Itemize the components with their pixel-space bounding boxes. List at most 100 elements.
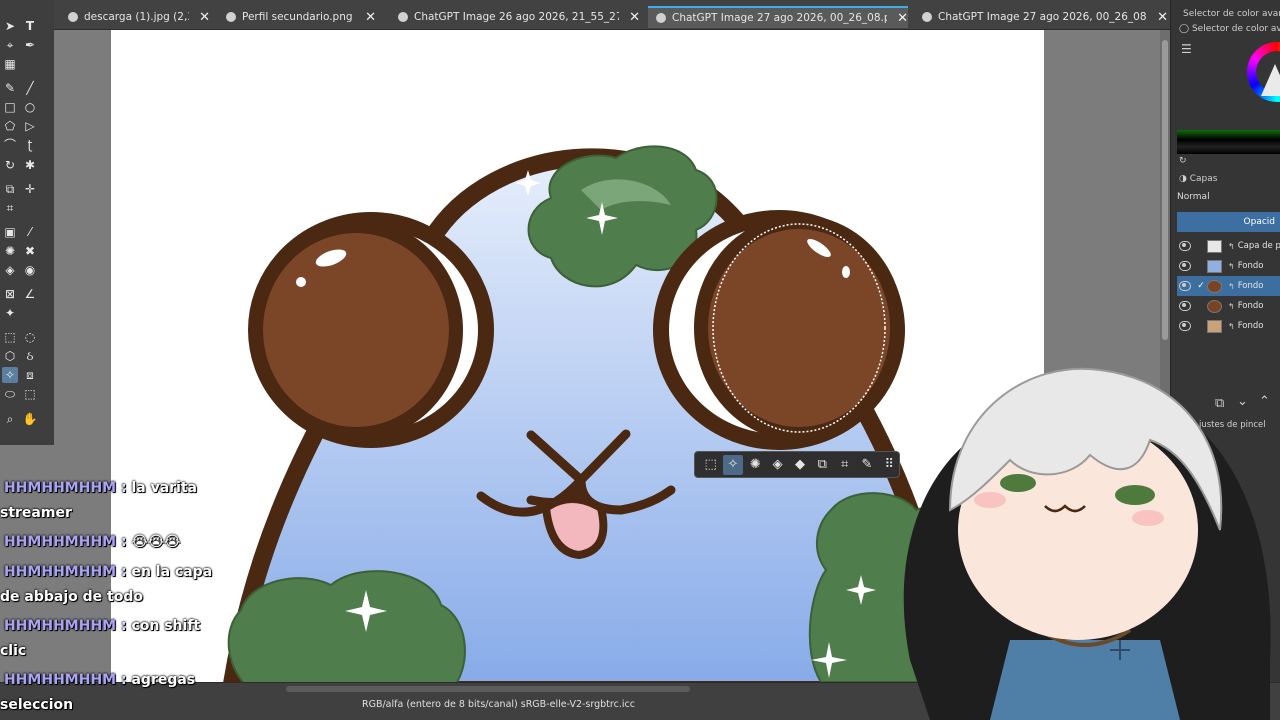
- move-icon[interactable]: ✛: [22, 181, 38, 197]
- eye-icon[interactable]: [1179, 301, 1191, 311]
- transform-icon[interactable]: ⧉: [2, 181, 18, 197]
- scroll-thumb[interactable]: [1162, 40, 1168, 340]
- colorize-mask-icon[interactable]: ✺: [2, 243, 18, 259]
- tab-chatgpt-image-3[interactable]: ChatGPT Image 27 ago 2026, 00_26_08.png …: [914, 6, 1168, 28]
- bezier-select-icon[interactable]: ⬭: [2, 386, 18, 402]
- link-icon: ↰: [1228, 241, 1235, 251]
- settings-icon[interactable]: ☰: [1181, 42, 1192, 56]
- left-eye: [248, 212, 494, 448]
- layer-row[interactable]: ↰ Capa de p: [1177, 236, 1280, 256]
- opacity-slider[interactable]: Opacid: [1177, 212, 1280, 232]
- gradient-icon[interactable]: ▣: [2, 224, 18, 240]
- image-icon: [656, 13, 666, 23]
- crop-icon[interactable]: ⌗: [835, 455, 854, 475]
- link-icon: ↰: [1228, 321, 1235, 331]
- eye-icon[interactable]: [1179, 281, 1191, 291]
- close-icon[interactable]: ✕: [629, 11, 640, 24]
- link-icon: ↰: [1228, 281, 1235, 291]
- layer-thumbnail: [1207, 259, 1222, 273]
- close-icon[interactable]: ✕: [1157, 11, 1168, 24]
- zoom-icon[interactable]: ⌕: [2, 411, 18, 427]
- layer-thumbnail: [1207, 279, 1222, 293]
- layer-row[interactable]: ↰ Fondo: [1177, 256, 1280, 276]
- rectangle-icon[interactable]: □: [2, 99, 18, 115]
- tab-perfil-secundario[interactable]: Perfil secundario.png (6,3 MiB) ✕: [218, 6, 376, 28]
- tab-chatgpt-image-2[interactable]: ChatGPT Image 27 ago 2026, 00_26_08.png …: [648, 6, 908, 28]
- polyline-icon[interactable]: ▷: [22, 118, 38, 134]
- dynamic-brush-icon[interactable]: ↻: [2, 157, 18, 173]
- calligraphy-icon[interactable]: ✒: [22, 37, 38, 53]
- rect-select-icon[interactable]: ⬚: [2, 329, 18, 345]
- image-icon: [398, 12, 408, 22]
- select-box-icon[interactable]: ⬚: [701, 455, 720, 475]
- layer-row[interactable]: ↰ Fondo: [1177, 296, 1280, 316]
- eyedropper-icon[interactable]: ⁄: [22, 224, 38, 240]
- chat-message: HHMHHMHHM : con shift clic: [0, 618, 201, 660]
- horizontal-scrollbar[interactable]: [286, 686, 690, 692]
- chat-message: HHMHHMHHM : la varita streamer: [0, 480, 198, 522]
- close-icon[interactable]: ✕: [365, 11, 376, 24]
- edit-shape-icon[interactable]: ⌖: [2, 37, 18, 53]
- color-panel-title: Selector de color avanzado: [1183, 9, 1280, 19]
- magnetic-select-icon[interactable]: ⬚: [22, 386, 38, 402]
- blend-mode-select[interactable]: Normal: [1177, 192, 1210, 202]
- link-icon: ↰: [1228, 261, 1235, 271]
- refresh-icon[interactable]: ↻: [1179, 156, 1187, 166]
- document-tab-bar: descarga (1).jpg (2,3 MiB) ✕ Perfil secu…: [54, 0, 1170, 30]
- fill-icon[interactable]: ◈: [768, 455, 787, 475]
- image-icon: [68, 12, 78, 22]
- chat-message: HHMHHMHHM : agregas seleccion: [0, 672, 196, 714]
- layers-panel-title: ◑ Capas: [1179, 174, 1218, 184]
- brush-icon[interactable]: ✎: [2, 80, 18, 96]
- crop-icon[interactable]: ⌗: [2, 200, 18, 216]
- tab-descarga[interactable]: descarga (1).jpg (2,3 MiB) ✕: [60, 6, 210, 28]
- bezier-icon[interactable]: ⌒: [2, 137, 18, 153]
- chat-message: HHMHHMHHM : en la capa de abbajo de todo: [0, 564, 213, 606]
- text-icon[interactable]: T: [22, 18, 38, 34]
- eraser-icon[interactable]: ◆: [790, 455, 809, 475]
- left-eye: [1000, 474, 1036, 492]
- smart-patch-icon[interactable]: ✖: [22, 243, 38, 259]
- enclosing-fill-icon[interactable]: ◉: [22, 262, 38, 278]
- color-triangle[interactable]: [1261, 64, 1280, 96]
- toolbox: ➤ T ⌖ ✒ ▦ ✎ ╱ □ ○ ⬠ ▷ ⌒ ʈ ↻ ✱ ⧉ ✛ ⌗ ▣ ⁄ …: [0, 0, 54, 445]
- magic-wand-icon[interactable]: ✧: [723, 454, 743, 475]
- magic-wand-icon[interactable]: ✧: [2, 367, 18, 383]
- fill-icon[interactable]: ◈: [2, 262, 18, 278]
- polygon-icon[interactable]: ⬠: [2, 118, 18, 134]
- color-panel-subtitle: ◯ Selector de color avanz: [1179, 24, 1280, 34]
- pin-icon[interactable]: ✎: [857, 455, 876, 475]
- multibrush-icon[interactable]: ✱: [22, 157, 38, 173]
- color-history-bar[interactable]: [1177, 130, 1280, 154]
- close-icon[interactable]: ✕: [897, 12, 908, 25]
- copy-icon[interactable]: ⧉: [813, 455, 832, 475]
- measure-icon[interactable]: ∠: [22, 286, 38, 302]
- tab-chatgpt-image-1[interactable]: ChatGPT Image 26 ago 2026, 21_55_27.png …: [390, 6, 640, 28]
- layer-row-selected[interactable]: ✓ ↰ Fondo: [1177, 276, 1280, 296]
- similar-select-icon[interactable]: ✺: [746, 455, 765, 475]
- pan-icon[interactable]: ✋: [22, 411, 38, 427]
- vtuber-avatar: [903, 367, 1271, 720]
- close-icon[interactable]: ✕: [199, 11, 210, 24]
- similar-select-icon[interactable]: ⧈: [22, 367, 38, 383]
- freehand-select-icon[interactable]: ઠ: [22, 348, 38, 364]
- assistant-icon[interactable]: ⊠: [2, 286, 18, 302]
- poly-select-icon[interactable]: ⬡: [2, 348, 18, 364]
- layer-row[interactable]: ↰ Fondo: [1177, 316, 1280, 336]
- line-icon[interactable]: ╱: [22, 80, 38, 96]
- reference-icon[interactable]: ✦: [2, 305, 18, 321]
- freehand-path-icon[interactable]: ʈ: [22, 137, 38, 153]
- selection-floating-toolbar: ⬚ ✧ ✺ ◈ ◆ ⧉ ⌗ ✎ ⠿: [694, 451, 900, 478]
- pattern-icon[interactable]: ▦: [2, 56, 18, 72]
- ellipse-icon[interactable]: ○: [22, 99, 38, 115]
- ellipse-select-icon[interactable]: ◌: [22, 329, 38, 345]
- check-icon[interactable]: ✓: [1195, 281, 1207, 291]
- eye-icon[interactable]: [1179, 241, 1191, 251]
- select-icon[interactable]: ➤: [2, 18, 18, 34]
- eye-icon[interactable]: [1179, 261, 1191, 271]
- image-icon: [922, 12, 932, 22]
- image-icon: [226, 12, 236, 22]
- eye-icon[interactable]: [1179, 321, 1191, 331]
- link-icon: ↰: [1228, 301, 1235, 311]
- right-eye: [1115, 485, 1155, 505]
